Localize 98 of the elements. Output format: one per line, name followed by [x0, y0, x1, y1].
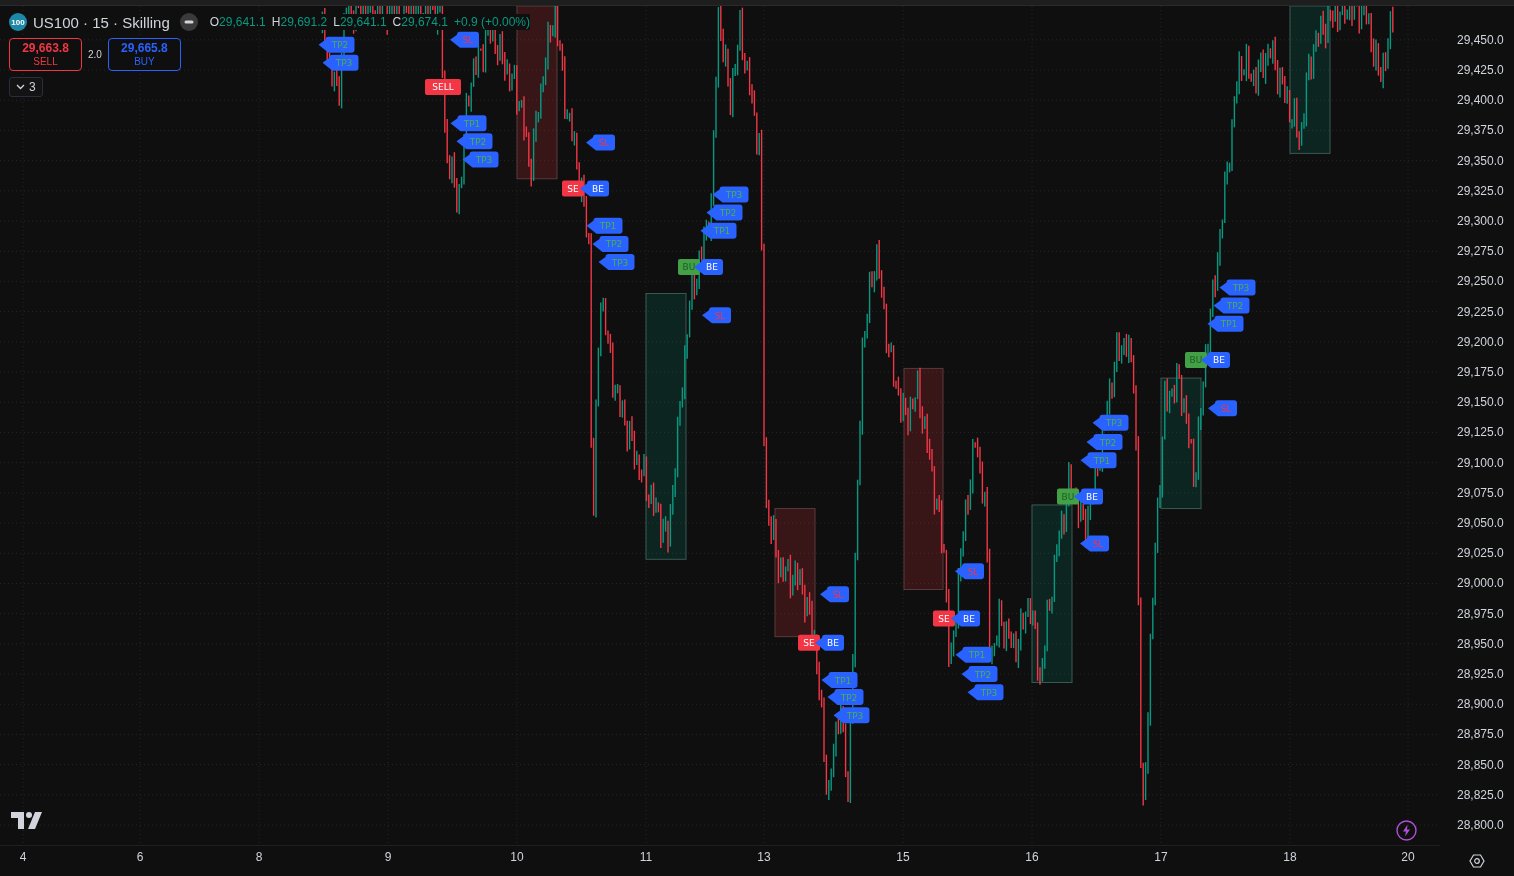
take-profit-tag: TP1: [955, 646, 992, 663]
price-label: 28,975.0: [1457, 606, 1504, 621]
take-profit-tag: TP2: [706, 204, 743, 221]
stop-loss-tag: SL: [1208, 400, 1237, 417]
take-profit-tag: TP3: [967, 684, 1004, 701]
tradingview-logo[interactable]: [11, 812, 42, 829]
price-label: 29,300.0: [1457, 214, 1504, 229]
symbol-logo: 100: [9, 13, 27, 31]
stop-loss-tag: SL: [450, 31, 479, 48]
price-label: 29,350.0: [1457, 153, 1504, 168]
take-profit-tag: TP2: [961, 666, 998, 683]
price-label: 28,800.0: [1457, 818, 1504, 833]
buy-button[interactable]: 29,665.8 BUY: [107, 38, 181, 71]
price-label: 29,050.0: [1457, 516, 1504, 531]
price-label: 29,450.0: [1457, 32, 1504, 47]
price-label: 29,325.0: [1457, 183, 1504, 198]
price-label: 29,425.0: [1457, 63, 1504, 77]
price-label: 29,225.0: [1457, 304, 1504, 319]
price-label: 28,825.0: [1457, 787, 1504, 802]
take-profit-tag: TP3: [1092, 414, 1129, 431]
breakeven-tag: BE: [951, 610, 980, 627]
ohlc-value: 29,641.1: [339, 14, 387, 30]
price-label: 29,100.0: [1457, 455, 1504, 470]
take-profit-tag: TP2: [592, 236, 629, 252]
breakeven-tag: BE: [694, 258, 723, 275]
date-label: 10: [510, 850, 524, 864]
take-profit-tag: TP1: [821, 672, 858, 689]
date-label: 15: [896, 850, 910, 864]
buy-tag: BU: [1057, 488, 1079, 505]
take-profit-tag: TP3: [322, 54, 359, 71]
take-profit-tag: TP3: [462, 151, 499, 168]
ohlc-value: 29,674.1: [401, 14, 448, 30]
date-label: 8: [255, 850, 263, 864]
price-label: 29,025.0: [1457, 546, 1504, 561]
price-label: 29,000.0: [1457, 576, 1504, 591]
date-label: 18: [1283, 850, 1297, 864]
price-label: 29,250.0: [1457, 274, 1504, 289]
date-label: 16: [1025, 850, 1039, 864]
sell-tag: SE: [562, 180, 584, 197]
price-label: 29,275.0: [1457, 244, 1504, 259]
lightning-icon[interactable]: [1396, 820, 1417, 841]
price-label: 29,375.0: [1457, 123, 1504, 138]
take-profit-tag: TP1: [700, 222, 737, 239]
price-label: 29,400.0: [1457, 93, 1504, 108]
sell-tag: SE: [933, 610, 955, 627]
settings-icon[interactable]: [1469, 852, 1485, 869]
price-label: 29,200.0: [1457, 334, 1504, 349]
take-profit-tag: TP1: [1080, 452, 1117, 469]
price-label: 28,925.0: [1457, 667, 1504, 682]
breakeven-tag: BE: [1201, 351, 1230, 368]
take-profit-tag: TP3: [598, 254, 635, 271]
price-label: 28,950.0: [1457, 636, 1504, 651]
date-label: 6: [136, 850, 144, 864]
take-profit-tag: TP3: [712, 186, 749, 203]
take-profit-tag: TP1: [450, 115, 487, 132]
take-profit-tag: TP2: [1213, 297, 1250, 314]
take-profit-tag: TP1: [1207, 315, 1244, 332]
take-profit-tag: TP3: [833, 707, 870, 724]
date-label: 11: [639, 850, 653, 864]
price-label: 29,075.0: [1457, 485, 1504, 500]
take-profit-tag: TP2: [318, 36, 355, 53]
ohlc-value: 29,691.2: [280, 14, 328, 30]
sell-tag: SELL: [425, 78, 461, 95]
buy-tag: BU: [1185, 351, 1207, 368]
price-label: 28,850.0: [1457, 757, 1504, 772]
symbol-title[interactable]: US100 · 15 · Skilling: [33, 13, 170, 31]
chevron-down-icon: [16, 84, 25, 90]
take-profit-tag: TP2: [456, 133, 493, 150]
stop-loss-tag: SL: [586, 134, 615, 151]
price-label: 28,875.0: [1457, 727, 1504, 742]
price-change: +0.9 (+0.00%): [454, 14, 531, 30]
date-label: 4: [19, 850, 27, 864]
ohlc-value: 29,641.1: [219, 14, 266, 30]
stop-loss-tag: SL: [702, 307, 731, 324]
sell-tag: SE: [798, 634, 820, 651]
stop-loss-tag: SL: [820, 586, 849, 603]
price-label: 29,150.0: [1457, 395, 1504, 410]
buy-tag: BU: [678, 258, 700, 275]
date-label: 13: [757, 850, 771, 864]
sell-button[interactable]: 29,663.8 SELL: [9, 38, 82, 71]
price-label: 29,125.0: [1457, 425, 1504, 440]
date-label: 17: [1154, 850, 1168, 864]
indicators-toggle[interactable]: 3: [9, 77, 43, 97]
price-label: 28,900.0: [1457, 697, 1504, 712]
take-profit-tag: TP1: [586, 217, 623, 234]
breakeven-tag: BE: [815, 634, 844, 651]
stop-loss-tag: SL: [955, 563, 984, 580]
date-label: 20: [1401, 850, 1415, 864]
stop-loss-tag: SL: [1080, 535, 1109, 552]
date-label: 9: [384, 850, 392, 864]
take-profit-tag: TP2: [827, 689, 864, 705]
minus-circle-icon[interactable]: [179, 13, 198, 31]
price-label: 29,175.0: [1457, 365, 1504, 380]
breakeven-tag: BE: [580, 180, 609, 197]
take-profit-tag: TP3: [1219, 279, 1256, 296]
quantity: 2.0: [88, 49, 102, 60]
breakeven-tag: BE: [1074, 488, 1103, 505]
take-profit-tag: TP2: [1086, 434, 1123, 451]
